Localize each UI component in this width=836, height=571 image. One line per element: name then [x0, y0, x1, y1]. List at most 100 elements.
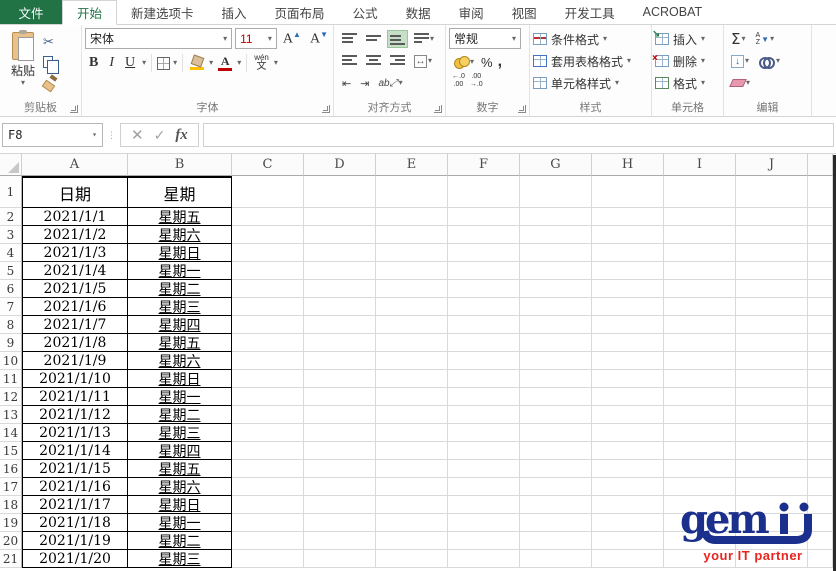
cell-date-row2[interactable]: 2021/1/1 [22, 208, 128, 226]
fill-color-caret-icon[interactable]: ▾ [209, 59, 213, 67]
cell-b1-weekday-header[interactable]: 星期 [128, 176, 232, 208]
cell-empty[interactable] [736, 478, 808, 496]
column-header-D[interactable]: D [304, 154, 376, 176]
row-header-6[interactable]: 6 [0, 280, 22, 298]
align-right-button[interactable] [388, 53, 407, 69]
cell-empty[interactable] [808, 208, 833, 226]
borders-icon[interactable] [157, 57, 170, 70]
cell-empty[interactable] [736, 388, 808, 406]
autosum-button[interactable]: Σ▾ [729, 28, 748, 50]
cell-weekday-row3[interactable]: 星期六 [128, 226, 232, 244]
underline-caret-icon[interactable]: ▾ [142, 59, 146, 67]
cell-empty[interactable] [808, 244, 833, 262]
cell-date-row15[interactable]: 2021/1/14 [22, 442, 128, 460]
cell-empty[interactable] [520, 550, 592, 568]
cell-empty[interactable] [232, 406, 304, 424]
cell-empty[interactable] [664, 370, 736, 388]
bold-button[interactable]: B [85, 54, 102, 72]
row-header-14[interactable]: 14 [0, 424, 22, 442]
cell-empty[interactable] [304, 460, 376, 478]
cell-empty[interactable] [520, 514, 592, 532]
row-header-9[interactable]: 9 [0, 334, 22, 352]
cell-styles-button[interactable]: 单元格样式▾ [533, 72, 649, 94]
cell-empty[interactable] [592, 208, 664, 226]
cell-empty[interactable] [736, 334, 808, 352]
cell-empty[interactable] [376, 406, 448, 424]
cell-empty[interactable] [736, 280, 808, 298]
cell-date-row8[interactable]: 2021/1/7 [22, 316, 128, 334]
cell-empty[interactable] [376, 532, 448, 550]
formula-bar-splitter[interactable]: ⋮ [107, 133, 116, 138]
cell-weekday-row7[interactable]: 星期三 [128, 298, 232, 316]
cell-empty[interactable] [448, 280, 520, 298]
cell-weekday-row21[interactable]: 星期三 [128, 550, 232, 568]
cell-empty[interactable] [376, 370, 448, 388]
cell-empty[interactable] [808, 176, 833, 208]
cell-empty[interactable] [448, 424, 520, 442]
cell-empty[interactable] [520, 442, 592, 460]
cell-empty[interactable] [376, 388, 448, 406]
tab-item-7[interactable]: 视图 [498, 0, 551, 24]
cell-empty[interactable] [232, 388, 304, 406]
fill-color-button[interactable] [188, 56, 206, 70]
increase-indent-button[interactable]: ⇥ [358, 75, 371, 92]
cell-empty[interactable] [592, 460, 664, 478]
cell-empty[interactable] [448, 352, 520, 370]
format-cells-button[interactable]: 格式▾ [655, 72, 721, 94]
cell-date-row4[interactable]: 2021/1/3 [22, 244, 128, 262]
column-header-F[interactable]: F [448, 154, 520, 176]
comma-style-button[interactable]: , [498, 57, 502, 67]
cell-empty[interactable] [304, 514, 376, 532]
cell-weekday-row5[interactable]: 星期一 [128, 262, 232, 280]
cell-empty[interactable] [592, 514, 664, 532]
cell-empty[interactable] [448, 208, 520, 226]
cell-empty[interactable] [664, 460, 736, 478]
cell-weekday-row13[interactable]: 星期二 [128, 406, 232, 424]
cell-empty[interactable] [304, 352, 376, 370]
cell-empty[interactable] [448, 478, 520, 496]
cell-weekday-row20[interactable]: 星期二 [128, 532, 232, 550]
cell-empty[interactable] [520, 532, 592, 550]
cell-empty[interactable] [808, 460, 833, 478]
name-box[interactable]: F8▾ [2, 123, 103, 147]
cell-date-row14[interactable]: 2021/1/13 [22, 424, 128, 442]
phonetic-guide-button[interactable]: wén文 [252, 54, 271, 72]
cell-empty[interactable] [808, 370, 833, 388]
cell-empty[interactable] [376, 478, 448, 496]
decrease-indent-button[interactable]: ⇤ [340, 75, 353, 92]
cell-empty[interactable] [376, 352, 448, 370]
tab-item-2[interactable]: 插入 [208, 0, 261, 24]
tab-home[interactable]: 开始 [62, 0, 117, 25]
cell-empty[interactable] [592, 424, 664, 442]
column-header-J[interactable]: J [736, 154, 808, 176]
row-header-7[interactable]: 7 [0, 298, 22, 316]
cell-empty[interactable] [304, 208, 376, 226]
cell-empty[interactable] [448, 406, 520, 424]
row-header-8[interactable]: 8 [0, 316, 22, 334]
cell-empty[interactable] [520, 406, 592, 424]
cell-empty[interactable] [592, 352, 664, 370]
cell-empty[interactable] [592, 496, 664, 514]
font-size-combo[interactable]: 11▾ [235, 28, 277, 49]
row-header-18[interactable]: 18 [0, 496, 22, 514]
cell-empty[interactable] [520, 244, 592, 262]
format-painter-button[interactable] [43, 74, 59, 90]
cell-empty[interactable] [232, 478, 304, 496]
cell-date-row20[interactable]: 2021/1/19 [22, 532, 128, 550]
cell-empty[interactable] [304, 244, 376, 262]
cell-weekday-row18[interactable]: 星期日 [128, 496, 232, 514]
column-header-H[interactable]: H [592, 154, 664, 176]
cell-empty[interactable] [664, 176, 736, 208]
row-header-17[interactable]: 17 [0, 478, 22, 496]
cell-empty[interactable] [232, 514, 304, 532]
cell-empty[interactable] [304, 496, 376, 514]
cell-empty[interactable] [736, 424, 808, 442]
paste-button[interactable]: 粘贴 ▾ [3, 28, 43, 100]
cell-date-row7[interactable]: 2021/1/6 [22, 298, 128, 316]
row-header-11[interactable]: 11 [0, 370, 22, 388]
row-header-4[interactable]: 4 [0, 244, 22, 262]
cell-empty[interactable] [304, 550, 376, 568]
cell-empty[interactable] [232, 424, 304, 442]
align-center-button[interactable] [364, 53, 383, 69]
cell-empty[interactable] [304, 334, 376, 352]
